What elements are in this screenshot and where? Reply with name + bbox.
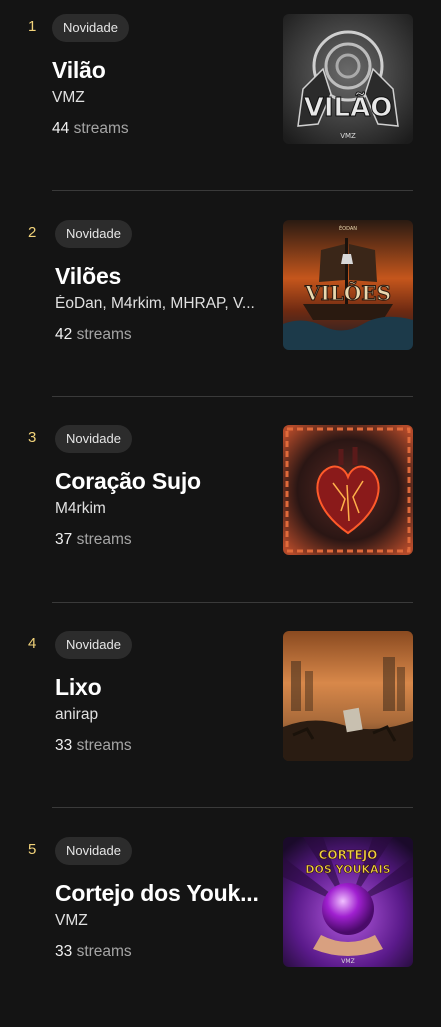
stream-count: 33 streams: [55, 943, 132, 961]
chart-entry-1[interactable]: 1 Novidade Vilão VMZ 44 streams VILÃO VM…: [0, 14, 441, 204]
svg-text:VILÃO: VILÃO: [304, 91, 393, 123]
track-title[interactable]: Lixo: [55, 674, 267, 701]
stream-count: 33 streams: [55, 737, 132, 755]
svg-text:VMZ: VMZ: [341, 958, 354, 965]
stream-count: 42 streams: [55, 326, 132, 344]
list-divider: [52, 190, 413, 191]
svg-text:ÉODAN: ÉODAN: [339, 224, 357, 232]
artist-name[interactable]: ÉoDan, M4rkim, MHRAP, V...: [55, 295, 267, 313]
artist-name[interactable]: VMZ: [55, 912, 267, 930]
stream-count-label: streams: [76, 943, 132, 960]
track-title[interactable]: Cortejo dos Youk...: [55, 880, 267, 907]
stream-count-value: 33: [55, 943, 73, 960]
stream-count-label: streams: [76, 326, 132, 343]
track-title[interactable]: Vilão: [52, 57, 264, 84]
stream-count-value: 37: [55, 531, 73, 548]
album-cover-cortejo[interactable]: CORTEJO DOS YOUKAIS VMZ: [283, 837, 413, 967]
album-cover-cortejo-art: CORTEJO DOS YOUKAIS VMZ: [283, 837, 413, 967]
new-release-badge: Novidade: [55, 631, 132, 659]
rank-number: 3: [28, 429, 37, 446]
svg-text:CORTEJO: CORTEJO: [319, 848, 378, 862]
chart-entry-4[interactable]: 4 Novidade Lixo anirap 33 streams: [0, 631, 441, 821]
list-divider: [52, 602, 413, 603]
stream-count: 37 streams: [55, 531, 132, 549]
stream-count: 44 streams: [52, 120, 129, 138]
new-release-badge: Novidade: [52, 14, 129, 42]
stream-count-label: streams: [76, 531, 132, 548]
chart-entry-2[interactable]: 2 Novidade Vilões ÉoDan, M4rkim, MHRAP, …: [0, 220, 441, 410]
chart-entry-5[interactable]: 5 Novidade Cortejo dos Youk... VMZ 33 st…: [0, 837, 441, 1027]
artist-name[interactable]: VMZ: [52, 89, 264, 107]
list-divider: [52, 396, 413, 397]
svg-text:VMZ: VMZ: [340, 132, 356, 140]
new-release-badge: Novidade: [55, 425, 132, 453]
album-cover-lixo[interactable]: [283, 631, 413, 761]
album-cover-coracao-sujo-art: [283, 425, 413, 555]
list-divider: [52, 807, 413, 808]
chart-entry-3[interactable]: 3 Novidade Coração Sujo M4rkim 37 stream…: [0, 425, 441, 615]
album-cover-coracao-sujo[interactable]: [283, 425, 413, 555]
new-release-badge: Novidade: [55, 220, 132, 248]
svg-text:VILÕES: VILÕES: [304, 280, 391, 305]
album-cover-lixo-art: [283, 631, 413, 761]
chart-list: 1 Novidade Vilão VMZ 44 streams VILÃO VM…: [0, 0, 441, 1000]
album-cover-vilao-art: VILÃO VMZ: [283, 14, 413, 144]
svg-text:DOS YOUKAIS: DOS YOUKAIS: [305, 863, 390, 876]
rank-number: 1: [28, 18, 37, 35]
track-title[interactable]: Coração Sujo: [55, 468, 267, 495]
track-title[interactable]: Vilões: [55, 263, 267, 290]
rank-number: 2: [28, 224, 37, 241]
rank-number: 5: [28, 841, 37, 858]
artist-name[interactable]: M4rkim: [55, 500, 267, 518]
album-cover-vilao[interactable]: VILÃO VMZ: [283, 14, 413, 144]
stream-count-value: 44: [52, 120, 70, 137]
rank-number: 4: [28, 635, 37, 652]
album-cover-viloes-art: VILÕES ÉODAN: [283, 220, 413, 350]
stream-count-label: streams: [73, 120, 129, 137]
new-release-badge: Novidade: [55, 837, 132, 865]
stream-count-label: streams: [76, 737, 132, 754]
artist-name[interactable]: anirap: [55, 706, 267, 724]
stream-count-value: 33: [55, 737, 73, 754]
stream-count-value: 42: [55, 326, 73, 343]
album-cover-viloes[interactable]: VILÕES ÉODAN: [283, 220, 413, 350]
